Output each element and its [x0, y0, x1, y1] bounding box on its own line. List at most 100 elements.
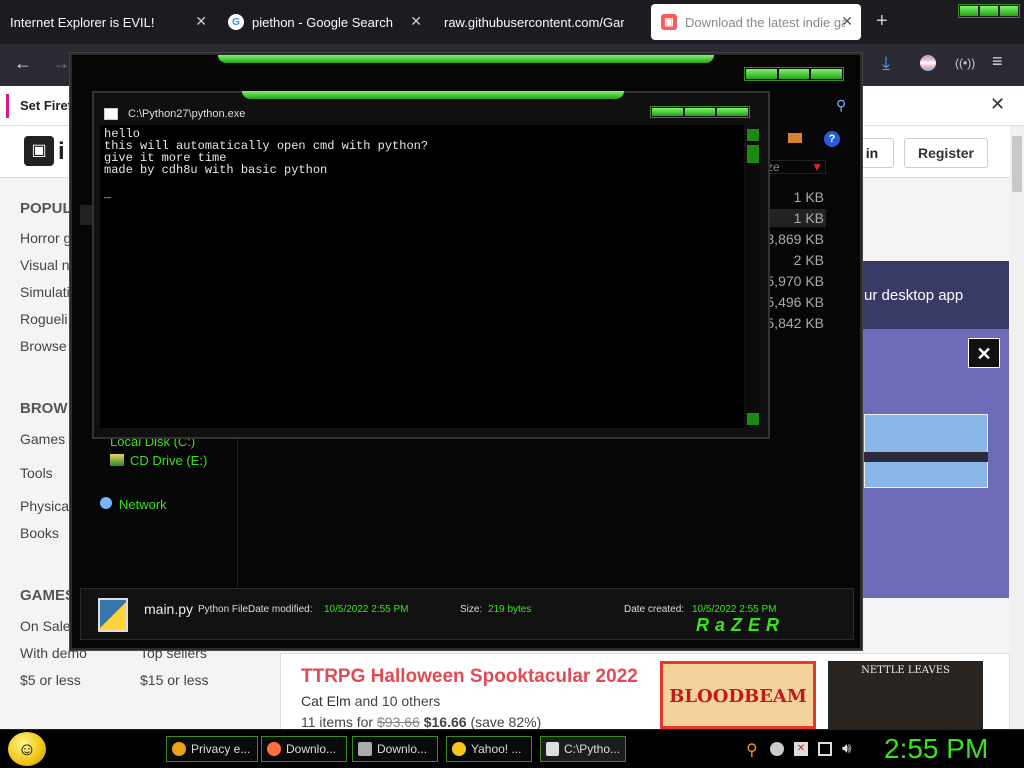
download-icon[interactable]: ⤓ — [882, 53, 890, 74]
window-controls[interactable] — [744, 67, 844, 81]
extension-icon[interactable] — [920, 55, 936, 71]
page-icon — [358, 742, 372, 756]
window-controls[interactable] — [958, 4, 1020, 18]
file-size: 5,970 KB — [766, 273, 824, 289]
back-icon[interactable]: ← — [14, 53, 32, 74]
taskbar-clock: 2:55 PM — [884, 733, 989, 764]
scroll-down-arrow[interactable] — [747, 413, 759, 425]
tree-item-network[interactable]: Network — [119, 497, 167, 512]
sidebar-link[interactable]: Rogueli — [20, 311, 67, 327]
bundle-title[interactable]: TTRPG Halloween Spooktacular 2022 — [301, 666, 638, 688]
firefox-icon — [267, 742, 281, 756]
details-size-value: 219 bytes — [488, 604, 532, 615]
sidebar-link[interactable]: Books — [20, 525, 59, 541]
taskbar-button-active[interactable]: C:\Pytho... — [540, 736, 626, 762]
sidebar-link[interactable]: On Sale — [20, 618, 71, 634]
minimize-button[interactable] — [652, 108, 683, 116]
bundle-author-suffix: and 10 others — [354, 693, 441, 709]
details-created-label: Date created: — [624, 604, 685, 615]
close-icon[interactable]: ✕ — [968, 338, 1000, 368]
tab-3[interactable]: raw.githubusercontent.com/Garb... — [434, 4, 646, 40]
register-button[interactable]: Register — [904, 138, 988, 168]
minimize-button[interactable] — [746, 69, 777, 79]
maximize-button[interactable] — [778, 69, 810, 79]
sidebar-link[interactable]: $15 or less — [140, 672, 208, 688]
menu-icon[interactable]: ≡ — [992, 51, 1003, 72]
logo-text: i — [58, 138, 65, 165]
close-icon[interactable]: ✕ — [195, 13, 207, 30]
close-button[interactable] — [717, 108, 749, 116]
taskbar-label: Downlo... — [286, 742, 337, 756]
help-icon[interactable]: ? — [824, 131, 840, 147]
sidebar-heading-popular: POPUL — [20, 200, 72, 217]
window-controls[interactable] — [650, 106, 750, 118]
nav-pane-scrollbar[interactable] — [80, 205, 92, 225]
console-scrollbar[interactable] — [746, 127, 760, 427]
itch-logo-icon[interactable]: ▣ — [24, 136, 54, 166]
close-icon[interactable]: ✕ — [990, 94, 1005, 115]
notification-text: Set Firef — [20, 98, 73, 113]
console-output[interactable]: hello this will automatically open cmd w… — [100, 125, 744, 428]
file-size: 3,869 KB — [766, 231, 824, 247]
new-tab-icon[interactable]: + — [876, 10, 888, 33]
title-glow — [242, 91, 624, 99]
search-icon[interactable]: ⚲ — [836, 97, 846, 114]
sidebar-link[interactable]: Simulati — [20, 284, 70, 300]
old-price: $93.66 — [377, 714, 420, 730]
maximize-button[interactable] — [684, 108, 716, 116]
sidebar-heading-games: GAMES — [20, 587, 76, 604]
new-price: $16.66 — [423, 714, 467, 730]
taskbar-button[interactable]: Yahoo! ... — [446, 736, 532, 762]
network-tray-icon[interactable] — [818, 742, 832, 756]
sidebar-link[interactable]: Browse — [20, 338, 67, 354]
file-size: 5,496 KB — [766, 294, 824, 310]
tab-2[interactable]: G piethon - Google Search ✕ — [218, 4, 430, 40]
file-size: 5,842 KB — [766, 315, 824, 331]
flag-icon[interactable]: ✕ — [794, 742, 808, 756]
details-modified-value: 10/5/2022 2:55 PM — [324, 604, 409, 615]
tray-minus-icon[interactable] — [770, 742, 784, 756]
taskbar-button[interactable]: Downlo... — [352, 736, 438, 762]
chrome-icon — [172, 742, 186, 756]
forward-icon[interactable]: → — [52, 53, 70, 74]
notification-accent — [6, 94, 9, 118]
tree-item-cd-drive[interactable]: CD Drive (E:) — [130, 453, 207, 468]
maximize-button[interactable] — [980, 6, 998, 16]
search-icon[interactable]: ⚲ — [746, 740, 758, 760]
bundle-author[interactable]: Cat Elm — [301, 693, 351, 709]
size-column-header[interactable]: ze ▼ — [766, 160, 826, 174]
bundle-cover-bloodbeam[interactable]: BLOODBEAM — [660, 661, 816, 729]
google-icon: G — [228, 14, 244, 30]
pane-divider[interactable] — [237, 435, 238, 587]
sidebar-link[interactable]: Horror g — [20, 230, 71, 246]
close-icon[interactable]: ✕ — [841, 13, 853, 30]
details-filename: main.py — [144, 601, 194, 617]
minimize-button[interactable] — [960, 6, 978, 16]
sort-arrow-icon: ▼ — [811, 160, 823, 174]
scroll-up-arrow[interactable] — [747, 129, 759, 141]
bundle-items: 11 items for — [301, 714, 374, 730]
page-scrollbar[interactable] — [1010, 126, 1024, 729]
sidebar-link[interactable]: $5 or less — [20, 672, 81, 688]
scrollbar-thumb[interactable] — [747, 145, 759, 163]
close-button[interactable] — [811, 69, 843, 79]
sidebar-link[interactable]: Tools — [20, 465, 53, 481]
scrollbar-thumb[interactable] — [1012, 136, 1022, 192]
taskbar-button[interactable]: Downlo... — [261, 736, 347, 762]
reader-icon[interactable]: ((•)) — [955, 56, 975, 70]
folder-icon[interactable] — [788, 133, 802, 143]
bundle-cover-nettle[interactable]: NETTLE LEAVES — [828, 661, 983, 729]
bundle-price: 11 items for $93.66 $16.66 (save 82%) — [301, 714, 541, 730]
taskbar-label: C:\Pytho... — [563, 742, 620, 756]
volume-icon[interactable]: 🔊︎ — [842, 740, 851, 757]
sidebar-link[interactable]: Physica — [20, 498, 69, 514]
start-button-smiley-icon[interactable]: ☺ — [8, 732, 46, 766]
close-icon[interactable]: ✕ — [410, 13, 422, 30]
sidebar-link[interactable]: Visual n — [20, 257, 70, 273]
taskbar-label: Yahoo! ... — [471, 742, 522, 756]
sidebar-link[interactable]: Games — [20, 431, 65, 447]
tab-4-active[interactable]: ▣ Download the latest indie gam ✕ — [651, 4, 861, 40]
tab-1[interactable]: Internet Explorer is EVIL! ✕ — [0, 4, 215, 40]
taskbar-button[interactable]: Privacy e... — [166, 736, 258, 762]
close-button[interactable] — [1000, 6, 1018, 16]
